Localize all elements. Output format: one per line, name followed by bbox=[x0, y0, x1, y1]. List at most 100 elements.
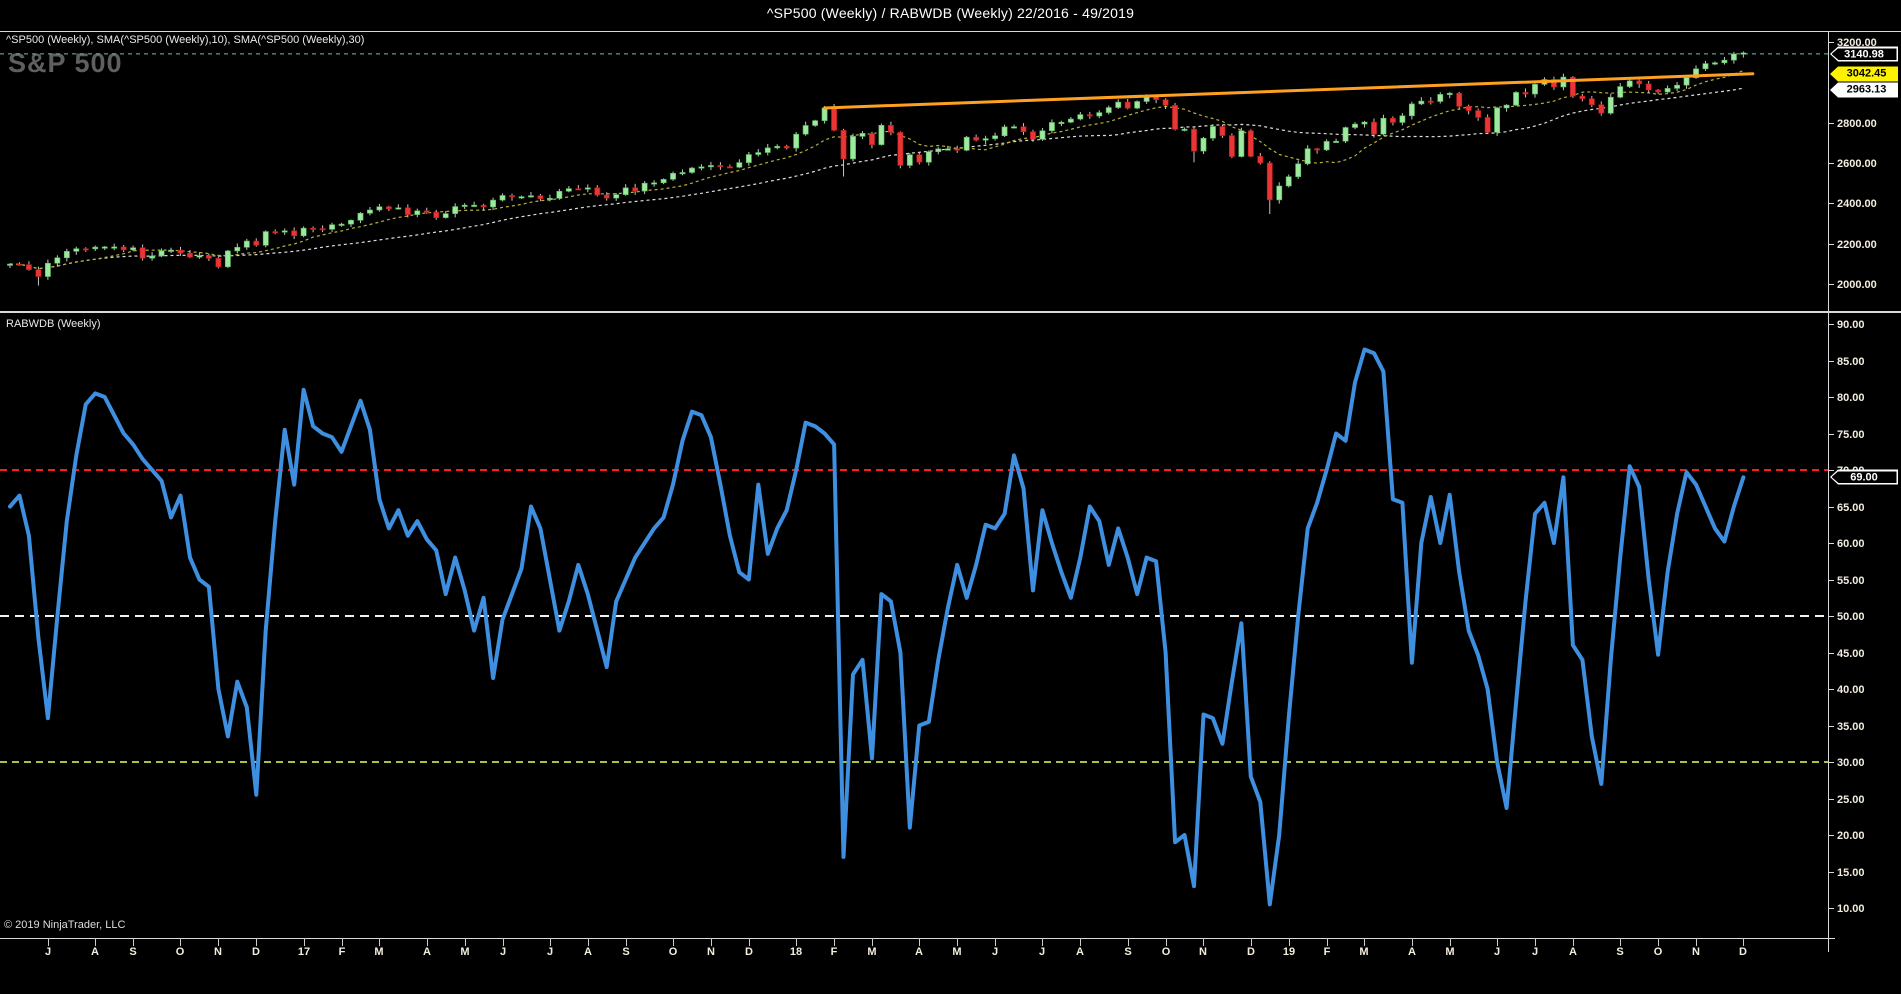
candle-up bbox=[813, 121, 818, 126]
candle-up bbox=[746, 155, 751, 163]
y-tick-mark bbox=[1828, 397, 1834, 398]
y-tick-label: 25.00 bbox=[1837, 794, 1865, 806]
ninjatrader-chart-window: ^SP500 (Weekly) / RABWDB (Weekly) 22/201… bbox=[0, 0, 1901, 994]
x-tick-label: S bbox=[1616, 946, 1623, 958]
candle-up bbox=[936, 149, 941, 152]
candle-down bbox=[955, 149, 960, 150]
candle-up bbox=[102, 247, 107, 248]
y-tick-mark bbox=[1828, 872, 1834, 873]
y-tick-mark bbox=[1828, 543, 1834, 544]
candle-down bbox=[1125, 102, 1130, 108]
candle-down bbox=[633, 188, 638, 191]
candle-down bbox=[1599, 105, 1604, 113]
y-tick-label: 35.00 bbox=[1837, 721, 1865, 733]
x-tick-mark bbox=[749, 938, 750, 946]
candle-down bbox=[254, 241, 259, 245]
candle-up bbox=[1078, 115, 1083, 119]
y-tick-mark bbox=[1828, 689, 1834, 690]
candle-down bbox=[718, 165, 723, 166]
candle-up bbox=[131, 248, 136, 250]
x-tick-mark bbox=[342, 938, 343, 946]
x-tick-label: N bbox=[707, 946, 715, 958]
price-chart-canvas[interactable] bbox=[0, 31, 1828, 311]
candle-up bbox=[472, 205, 477, 206]
x-tick-label: M bbox=[374, 946, 383, 958]
candle-down bbox=[1267, 163, 1272, 200]
candle-up bbox=[358, 213, 363, 220]
candle-down bbox=[320, 229, 325, 230]
indicator-chart-canvas[interactable] bbox=[0, 313, 1828, 938]
y-tick-label: 50.00 bbox=[1837, 611, 1865, 623]
candle-up bbox=[1419, 101, 1424, 104]
x-tick-mark bbox=[1166, 938, 1167, 946]
candle-up bbox=[1532, 84, 1537, 94]
candle-up bbox=[159, 251, 164, 256]
candle-up bbox=[112, 247, 117, 248]
candle-up bbox=[1286, 177, 1291, 186]
candle-up bbox=[1182, 129, 1187, 130]
x-tick-mark bbox=[427, 938, 428, 946]
x-tick-label: J bbox=[992, 946, 998, 958]
y-tick-mark bbox=[1828, 835, 1834, 836]
candle-down bbox=[1390, 118, 1395, 122]
candle-up bbox=[557, 191, 562, 198]
x-tick-label: J bbox=[1039, 946, 1045, 958]
x-tick-mark bbox=[1327, 938, 1328, 946]
candle-up bbox=[519, 197, 524, 198]
candle-up bbox=[263, 232, 268, 246]
y-tick-mark bbox=[1828, 163, 1834, 164]
candle-down bbox=[604, 195, 609, 198]
x-tick-mark bbox=[1412, 938, 1413, 946]
candle-down bbox=[831, 108, 836, 130]
x-tick-label: D bbox=[745, 946, 753, 958]
y-tick-label: 75.00 bbox=[1837, 429, 1865, 441]
candle-down bbox=[917, 155, 922, 162]
candle-down bbox=[727, 167, 732, 168]
x-tick-label: M bbox=[1359, 946, 1368, 958]
candle-down bbox=[434, 212, 439, 217]
x-tick-label: A bbox=[915, 946, 923, 958]
x-axis-line bbox=[0, 938, 1835, 939]
candle-up bbox=[1438, 94, 1443, 101]
candle-up bbox=[74, 249, 79, 252]
indicator-value-tag-text: 69.00 bbox=[1832, 471, 1897, 483]
x-tick-mark bbox=[465, 938, 466, 946]
x-tick-mark bbox=[957, 938, 958, 946]
candle-up bbox=[1400, 116, 1405, 123]
candle-up bbox=[775, 146, 780, 148]
x-tick-label: J bbox=[1532, 946, 1538, 958]
candle-up bbox=[945, 149, 950, 150]
x-tick-mark bbox=[304, 938, 305, 946]
candle-down bbox=[1580, 96, 1585, 99]
x-tick-label: A bbox=[423, 946, 431, 958]
y-tick-label: 80.00 bbox=[1837, 392, 1865, 404]
x-tick-mark bbox=[872, 938, 873, 946]
x-tick-mark bbox=[48, 938, 49, 946]
candle-up bbox=[1277, 186, 1282, 200]
candle-up bbox=[1305, 149, 1310, 164]
candle-down bbox=[1589, 99, 1594, 105]
y-tick-mark bbox=[1828, 123, 1834, 124]
y-tick-label: 10.00 bbox=[1837, 903, 1865, 915]
y-tick-mark bbox=[1828, 284, 1834, 285]
y-axis-line[interactable] bbox=[1828, 31, 1829, 952]
x-tick-mark bbox=[218, 938, 219, 946]
candle-down bbox=[1646, 84, 1651, 90]
candle-up bbox=[1381, 118, 1386, 134]
candle-up bbox=[1040, 131, 1045, 139]
candle-up bbox=[1712, 63, 1717, 64]
y-tick-label: 65.00 bbox=[1837, 502, 1865, 514]
x-tick-label: O bbox=[1654, 946, 1663, 958]
y-tick-mark bbox=[1828, 762, 1834, 763]
x-tick-label: O bbox=[669, 946, 678, 958]
candle-down bbox=[1428, 101, 1433, 102]
x-tick-label: S bbox=[129, 946, 136, 958]
y-tick-mark bbox=[1828, 616, 1834, 617]
candle-up bbox=[1447, 93, 1452, 94]
candle-down bbox=[1656, 90, 1661, 92]
candle-down bbox=[1258, 156, 1263, 163]
x-tick-label: A bbox=[1569, 946, 1577, 958]
candle-down bbox=[216, 258, 221, 266]
y-tick-label: 60.00 bbox=[1837, 538, 1865, 550]
candle-up bbox=[1333, 141, 1338, 142]
